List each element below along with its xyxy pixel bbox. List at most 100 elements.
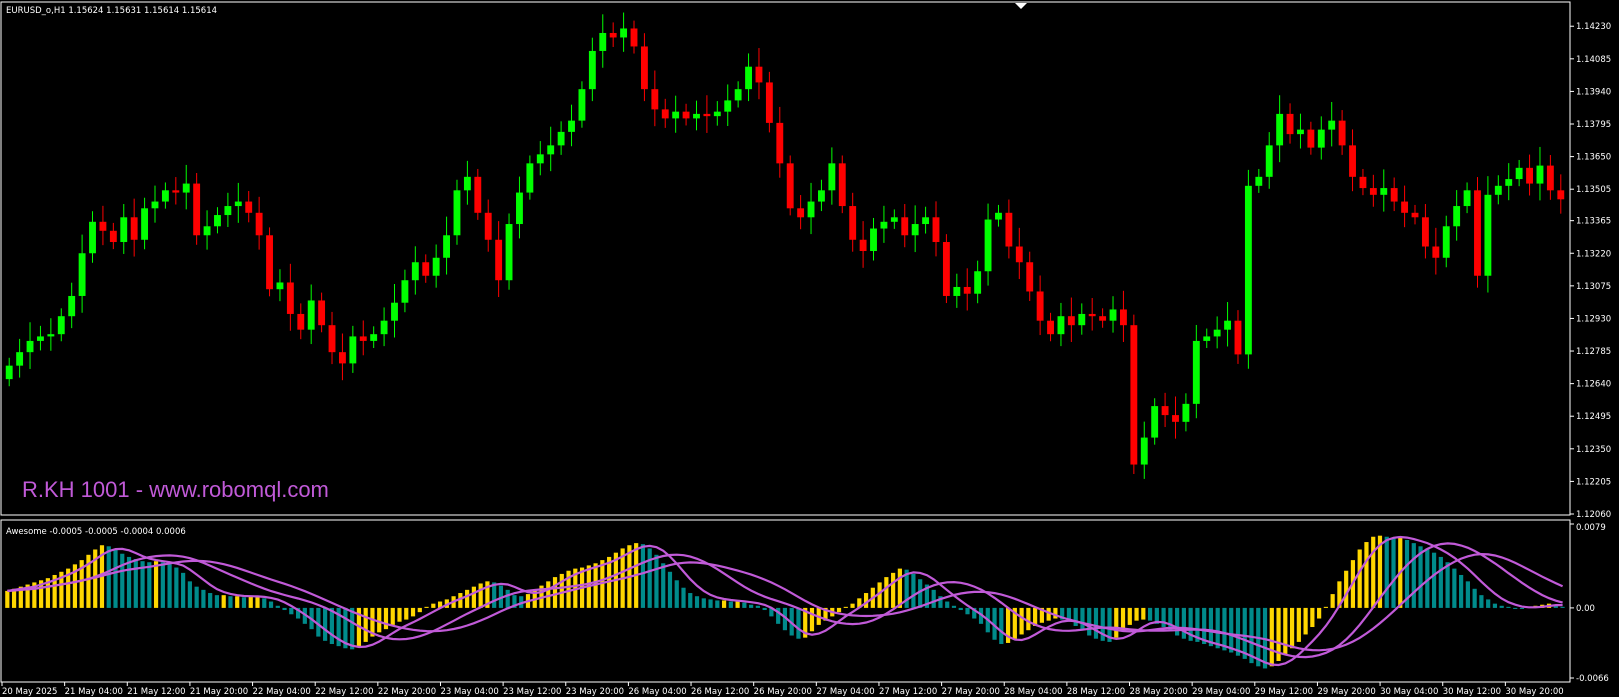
ao-bar [884, 577, 889, 608]
ao-bar [688, 593, 693, 608]
ao-bar [1445, 562, 1450, 608]
ao-bar [1053, 607, 1058, 619]
ao-bar [1513, 607, 1518, 609]
time-tick-label: 21 May 04:00 [65, 687, 123, 697]
ao-bar [843, 606, 848, 608]
time-tick-label: 27 May 12:00 [879, 687, 937, 697]
ao-bar [1175, 607, 1180, 636]
ao-bar [323, 607, 328, 641]
ao-bar [1269, 607, 1274, 667]
ao-bar [552, 577, 558, 608]
ao-bar [897, 568, 902, 608]
time-tick-label: 26 May 12:00 [691, 687, 749, 697]
time-tick-label: 30 May 12:00 [1443, 687, 1501, 697]
ao-bar [5, 590, 10, 608]
ao-bar [397, 607, 402, 622]
price-tick-label: 1.12205 [1576, 477, 1611, 487]
ao-bar [228, 596, 233, 608]
ao-bar [465, 589, 470, 608]
candle [838, 155, 846, 214]
ao-bar [965, 607, 970, 615]
price-tick-label: 1.13220 [1576, 249, 1611, 259]
ao-bar [363, 607, 368, 642]
ao-bar [214, 595, 220, 608]
ao-bar [1391, 537, 1396, 608]
ao-bar [174, 567, 179, 608]
ao-bar [951, 605, 957, 608]
ao-bar [850, 603, 855, 608]
ao-bar [1364, 542, 1369, 608]
ao-bar [1181, 607, 1186, 639]
price-tick-label: 1.13940 [1576, 87, 1611, 97]
ao-bar [708, 599, 713, 608]
ao-bar [1242, 607, 1247, 659]
indicator-tick-label: 0.00 [1576, 604, 1595, 614]
ao-bar [262, 598, 267, 608]
ao-bar [1087, 607, 1092, 636]
ao-bar [390, 607, 395, 625]
ao-bar [1127, 607, 1132, 625]
price-tick-label: 1.12350 [1576, 445, 1611, 455]
time-tick-label: 28 May 12:00 [1067, 687, 1125, 697]
ao-bar [147, 562, 152, 608]
ao-bar [999, 607, 1004, 645]
ao-bar [891, 572, 896, 608]
ao-bar [208, 593, 213, 608]
price-tick-label: 1.12930 [1576, 314, 1611, 324]
ao-bar [235, 596, 240, 608]
price-tick-label: 1.13650 [1576, 153, 1611, 163]
ao-bar [106, 546, 111, 608]
ao-bar [153, 561, 159, 608]
ao-bar [1141, 607, 1146, 620]
ao-bar [268, 601, 274, 608]
ao-bar [1459, 574, 1464, 608]
ao-bar [289, 607, 294, 615]
ao-bar [809, 607, 815, 632]
ao-bar [410, 607, 416, 617]
ao-bar [640, 544, 646, 608]
ao-bar [735, 601, 740, 608]
ao-bar [383, 607, 389, 630]
ao-bar [911, 573, 916, 608]
ao-bar [417, 607, 422, 613]
ao-bar [1371, 536, 1376, 608]
ao-bar [194, 586, 199, 608]
ao-bar [505, 589, 510, 608]
ao-bar [1289, 607, 1295, 649]
ao-bar [931, 589, 936, 608]
ao-bar [1479, 595, 1484, 608]
time-tick-label: 20 May 2025 [2, 687, 57, 697]
candle [266, 227, 273, 297]
ao-bar [1161, 607, 1166, 628]
ao-bar [674, 580, 679, 608]
time-tick-label: 22 May 04:00 [253, 687, 311, 697]
ao-bar [694, 596, 700, 608]
price-tick-label: 1.13075 [1576, 282, 1611, 292]
ao-bar [742, 602, 747, 608]
ao-bar [1486, 599, 1491, 608]
time-tick-label: 29 May 20:00 [1317, 687, 1375, 697]
ao-bar [1093, 607, 1099, 639]
time-tick-label: 21 May 20:00 [190, 687, 248, 697]
ao-bar [1438, 556, 1443, 608]
trading-chart[interactable]: EURUSD_o,H1 1.15624 1.15631 1.15614 1.15… [0, 0, 1619, 697]
ao-bar [958, 607, 963, 611]
ao-bar [126, 556, 132, 608]
ao-bar [120, 553, 125, 608]
ao-bar [1147, 607, 1153, 621]
ao-bar [1296, 607, 1301, 642]
ao-bar [1229, 607, 1234, 653]
price-tick-label: 1.14085 [1576, 55, 1611, 65]
time-tick-label: 27 May 20:00 [942, 687, 1000, 697]
ao-bar [167, 564, 172, 608]
ao-bar [241, 597, 247, 608]
ao-bar [201, 589, 206, 608]
ao-bar [1560, 606, 1565, 608]
ao-bar [1330, 594, 1335, 608]
time-tick-label: 21 May 12:00 [127, 687, 185, 697]
ao-bar [431, 603, 436, 608]
ao-bar [133, 559, 138, 608]
ao-bar [221, 595, 226, 608]
ao-bar [187, 581, 192, 608]
ao-bar [181, 572, 186, 608]
